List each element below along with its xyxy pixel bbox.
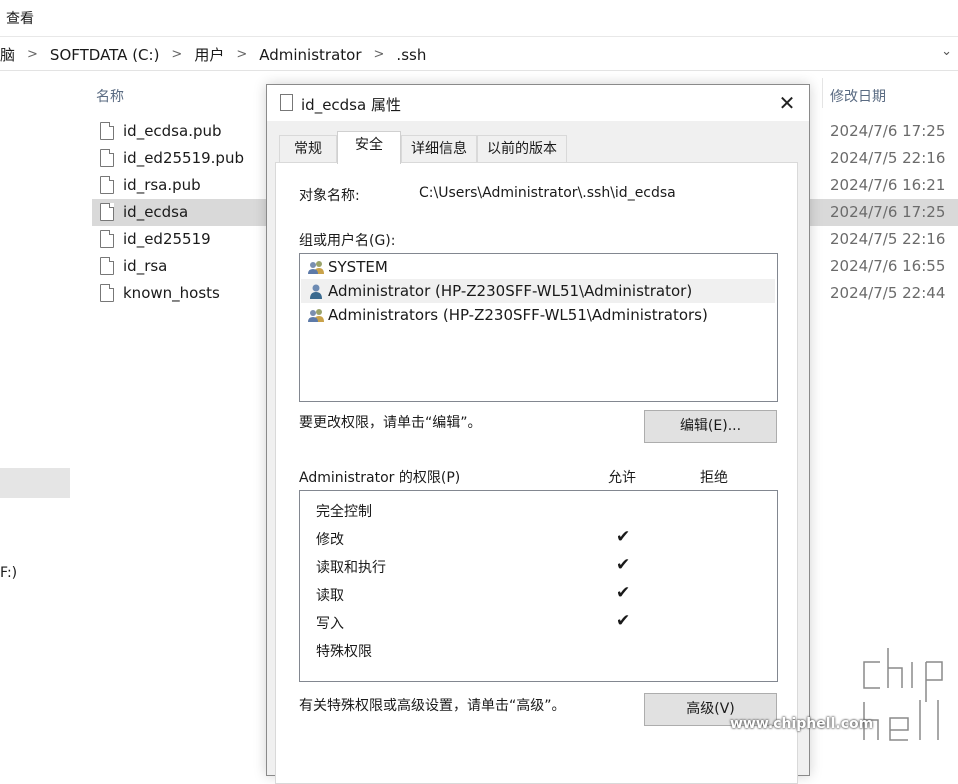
nav-item-selected[interactable] — [0, 468, 70, 498]
permission-name: 写入 — [316, 616, 344, 632]
file-icon — [100, 203, 114, 221]
allow-column-header: 允许 — [608, 470, 636, 486]
column-divider[interactable] — [822, 78, 823, 108]
object-name-label: 对象名称: — [299, 188, 360, 204]
file-name: id_rsa.pub — [123, 176, 201, 194]
file-name: id_ecdsa.pub — [123, 122, 222, 140]
file-date: 2024/7/6 17:25 — [830, 203, 946, 221]
user-name: Administrators (HP-Z230SFF-WL51\Administ… — [328, 306, 708, 324]
tab-security[interactable]: 安全 — [337, 131, 401, 164]
users-listbox[interactable]: SYSTEM Administrator (HP-Z230SFF-WL51\Adm… — [299, 253, 778, 402]
file-name: id_ed25519.pub — [123, 149, 244, 167]
navigation-pane: F:) — [0, 71, 70, 762]
file-icon — [100, 176, 114, 194]
check-icon: ✔ — [616, 555, 631, 575]
user-list-item[interactable]: Administrators (HP-Z230SFF-WL51\Administ… — [301, 303, 775, 327]
close-icon[interactable]: ✕ — [769, 89, 805, 117]
edit-button[interactable]: 编辑(E)... — [644, 410, 777, 443]
tab-details[interactable]: 详细信息 — [401, 135, 477, 162]
file-icon — [100, 257, 114, 275]
file-date: 2024/7/6 17:25 — [830, 122, 946, 140]
file-icon — [100, 122, 114, 140]
file-date: 2024/7/6 16:21 — [830, 176, 946, 194]
check-icon: ✔ — [616, 527, 631, 547]
dialog-title: id_ecdsa 属性 — [301, 96, 401, 114]
permission-name: 读取和执行 — [316, 560, 386, 576]
tab-previous-versions[interactable]: 以前的版本 — [477, 135, 567, 162]
breadcrumb: 脑 > SOFTDATA (C:) > 用户 > Administrator >… — [0, 44, 426, 65]
check-icon: ✔ — [616, 583, 631, 603]
user-list-item[interactable]: SYSTEM — [301, 255, 775, 279]
dialog-titlebar[interactable]: id_ecdsa 属性 ✕ — [267, 85, 809, 121]
check-icon: ✔ — [616, 611, 631, 631]
group-users-label: 组或用户名(G): — [299, 233, 396, 249]
file-date: 2024/7/5 22:16 — [830, 149, 946, 167]
properties-dialog: id_ecdsa 属性 ✕ 常规 安全 详细信息 以前的版本 对象名称: C:\… — [266, 84, 810, 784]
breadcrumb-item-administrator[interactable]: Administrator — [259, 46, 361, 64]
menu-bar: 查看 — [0, 0, 958, 37]
tab-general[interactable]: 常规 — [279, 135, 337, 162]
address-bar[interactable]: 脑 > SOFTDATA (C:) > 用户 > Administrator >… — [0, 38, 958, 71]
deny-column-header: 拒绝 — [700, 470, 728, 486]
advanced-hint: 有关特殊权限或高级设置，请单击“高级”。 — [299, 698, 566, 714]
column-header-date[interactable]: 修改日期 — [830, 86, 886, 106]
chevron-right-icon: > — [373, 47, 385, 62]
breadcrumb-item-ssh[interactable]: .ssh — [396, 46, 426, 64]
chiphell-logo — [860, 644, 946, 744]
file-name: id_rsa — [123, 257, 168, 275]
file-icon — [100, 230, 114, 248]
file-date: 2024/7/5 22:16 — [830, 230, 946, 248]
file-icon — [100, 149, 114, 167]
file-name: id_ecdsa — [123, 203, 189, 221]
security-panel: 对象名称: C:\Users\Administrator\.ssh\id_ecd… — [275, 162, 798, 784]
file-icon — [100, 284, 114, 302]
permissions-list[interactable]: 完全控制修改 ✔ 读取和执行 ✔ 读取 ✔ 写入 ✔ 特殊权限 — [299, 490, 778, 682]
users-group-icon — [308, 261, 324, 274]
file-icon — [280, 94, 293, 111]
chevron-right-icon: > — [27, 47, 38, 62]
breadcrumb-item-users[interactable]: 用户 — [194, 44, 224, 65]
file-name: known_hosts — [123, 284, 220, 302]
permission-name: 读取 — [316, 588, 344, 604]
object-name-value: C:\Users\Administrator\.ssh\id_ecdsa — [419, 185, 676, 201]
watermark-text: www.chiphell.com — [730, 716, 874, 732]
user-list-item[interactable]: Administrator (HP-Z230SFF-WL51\Administr… — [301, 279, 775, 303]
breadcrumb-item-pc[interactable]: 脑 — [0, 44, 15, 65]
chevron-right-icon: > — [236, 47, 248, 62]
menu-view[interactable]: 查看 — [6, 8, 34, 28]
user-icon — [310, 284, 322, 299]
permission-name: 特殊权限 — [316, 644, 372, 660]
file-date: 2024/7/6 16:55 — [830, 257, 946, 275]
permission-name: 完全控制 — [316, 504, 372, 520]
breadcrumb-item-drive[interactable]: SOFTDATA (C:) — [50, 46, 160, 64]
chevron-right-icon: > — [171, 47, 183, 62]
user-name: Administrator (HP-Z230SFF-WL51\Administr… — [328, 282, 693, 300]
file-date: 2024/7/5 22:44 — [830, 284, 946, 302]
permissions-title: Administrator 的权限(P) — [299, 470, 461, 486]
file-name: id_ed25519 — [123, 230, 211, 248]
nav-item-drive[interactable]: F:) — [0, 565, 17, 581]
users-group-icon — [308, 309, 324, 322]
user-name: SYSTEM — [328, 258, 388, 276]
permission-name: 修改 — [316, 532, 344, 548]
column-header-name[interactable]: 名称 — [96, 86, 124, 106]
chevron-down-icon[interactable]: ⌄ — [941, 44, 952, 59]
edit-hint: 要更改权限，请单击“编辑”。 — [299, 415, 482, 431]
